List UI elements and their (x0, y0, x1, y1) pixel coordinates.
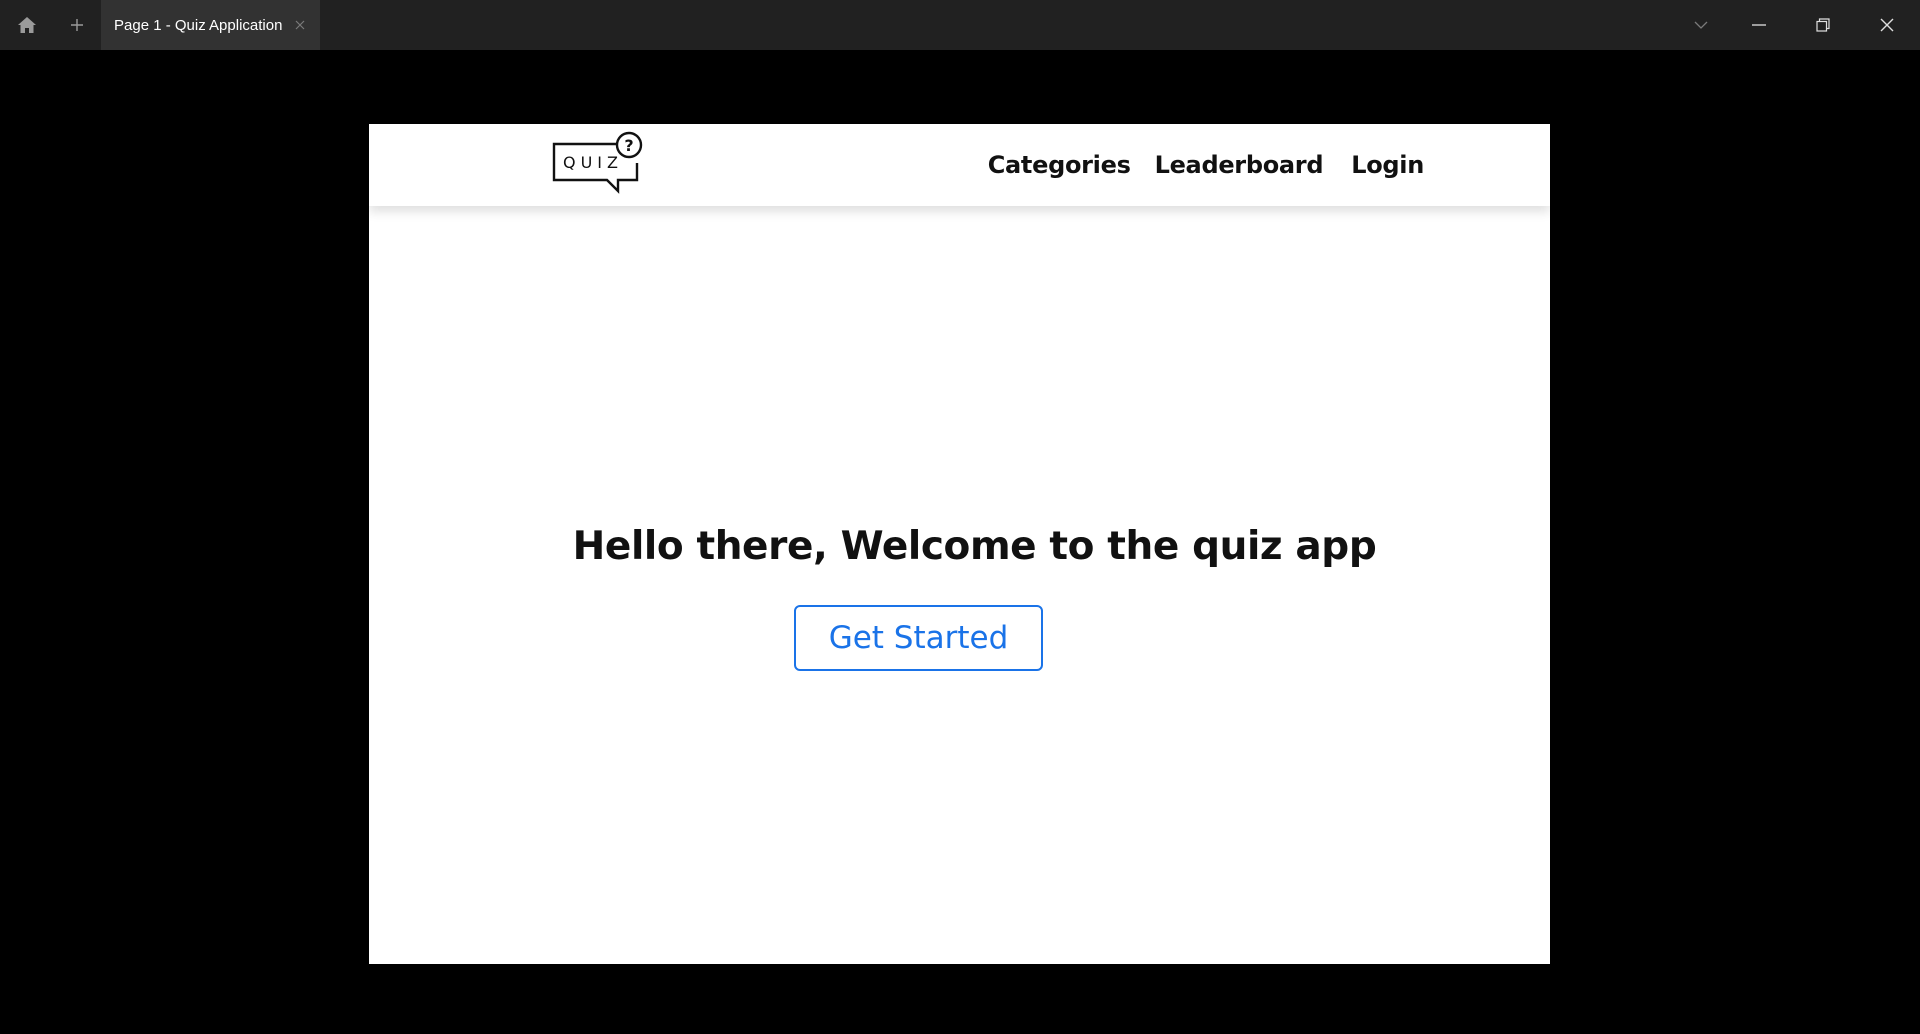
tabs-dropdown-button[interactable] (1669, 0, 1733, 50)
nav-login-link[interactable]: Login (1351, 151, 1424, 179)
restore-button[interactable] (1791, 0, 1855, 50)
close-icon[interactable] (294, 19, 306, 31)
question-mark-icon: ? (624, 136, 633, 155)
navbar: ? QUIZ Categories Leaderboard Login (369, 124, 1550, 206)
welcome-heading: Hello there, Welcome to the quiz app (572, 524, 1377, 569)
new-tab-button[interactable] (52, 0, 102, 50)
nav-categories-link[interactable]: Categories (988, 151, 1131, 179)
close-icon (1880, 18, 1894, 32)
logo-text: QUIZ (563, 153, 623, 172)
get-started-button[interactable]: Get Started (794, 605, 1043, 671)
minimize-button[interactable] (1727, 0, 1791, 50)
tab-title: Page 1 - Quiz Application (114, 16, 283, 34)
plus-icon (71, 19, 83, 31)
quiz-logo[interactable]: ? QUIZ (552, 130, 648, 202)
quiz-app-page: ? QUIZ Categories Leaderboard Login Hell… (369, 124, 1550, 964)
chevron-down-icon (1694, 21, 1708, 29)
home-button[interactable] (2, 0, 52, 50)
minimize-icon (1752, 24, 1766, 26)
restore-icon (1816, 18, 1830, 32)
browser-tab[interactable]: Page 1 - Quiz Application (101, 0, 320, 50)
nav-leaderboard-link[interactable]: Leaderboard (1155, 151, 1324, 179)
nav-links: Categories Leaderboard Login (988, 124, 1425, 206)
browser-titlebar: Page 1 - Quiz Application (0, 0, 1920, 50)
close-window-button[interactable] (1855, 0, 1919, 50)
home-icon (18, 17, 36, 33)
